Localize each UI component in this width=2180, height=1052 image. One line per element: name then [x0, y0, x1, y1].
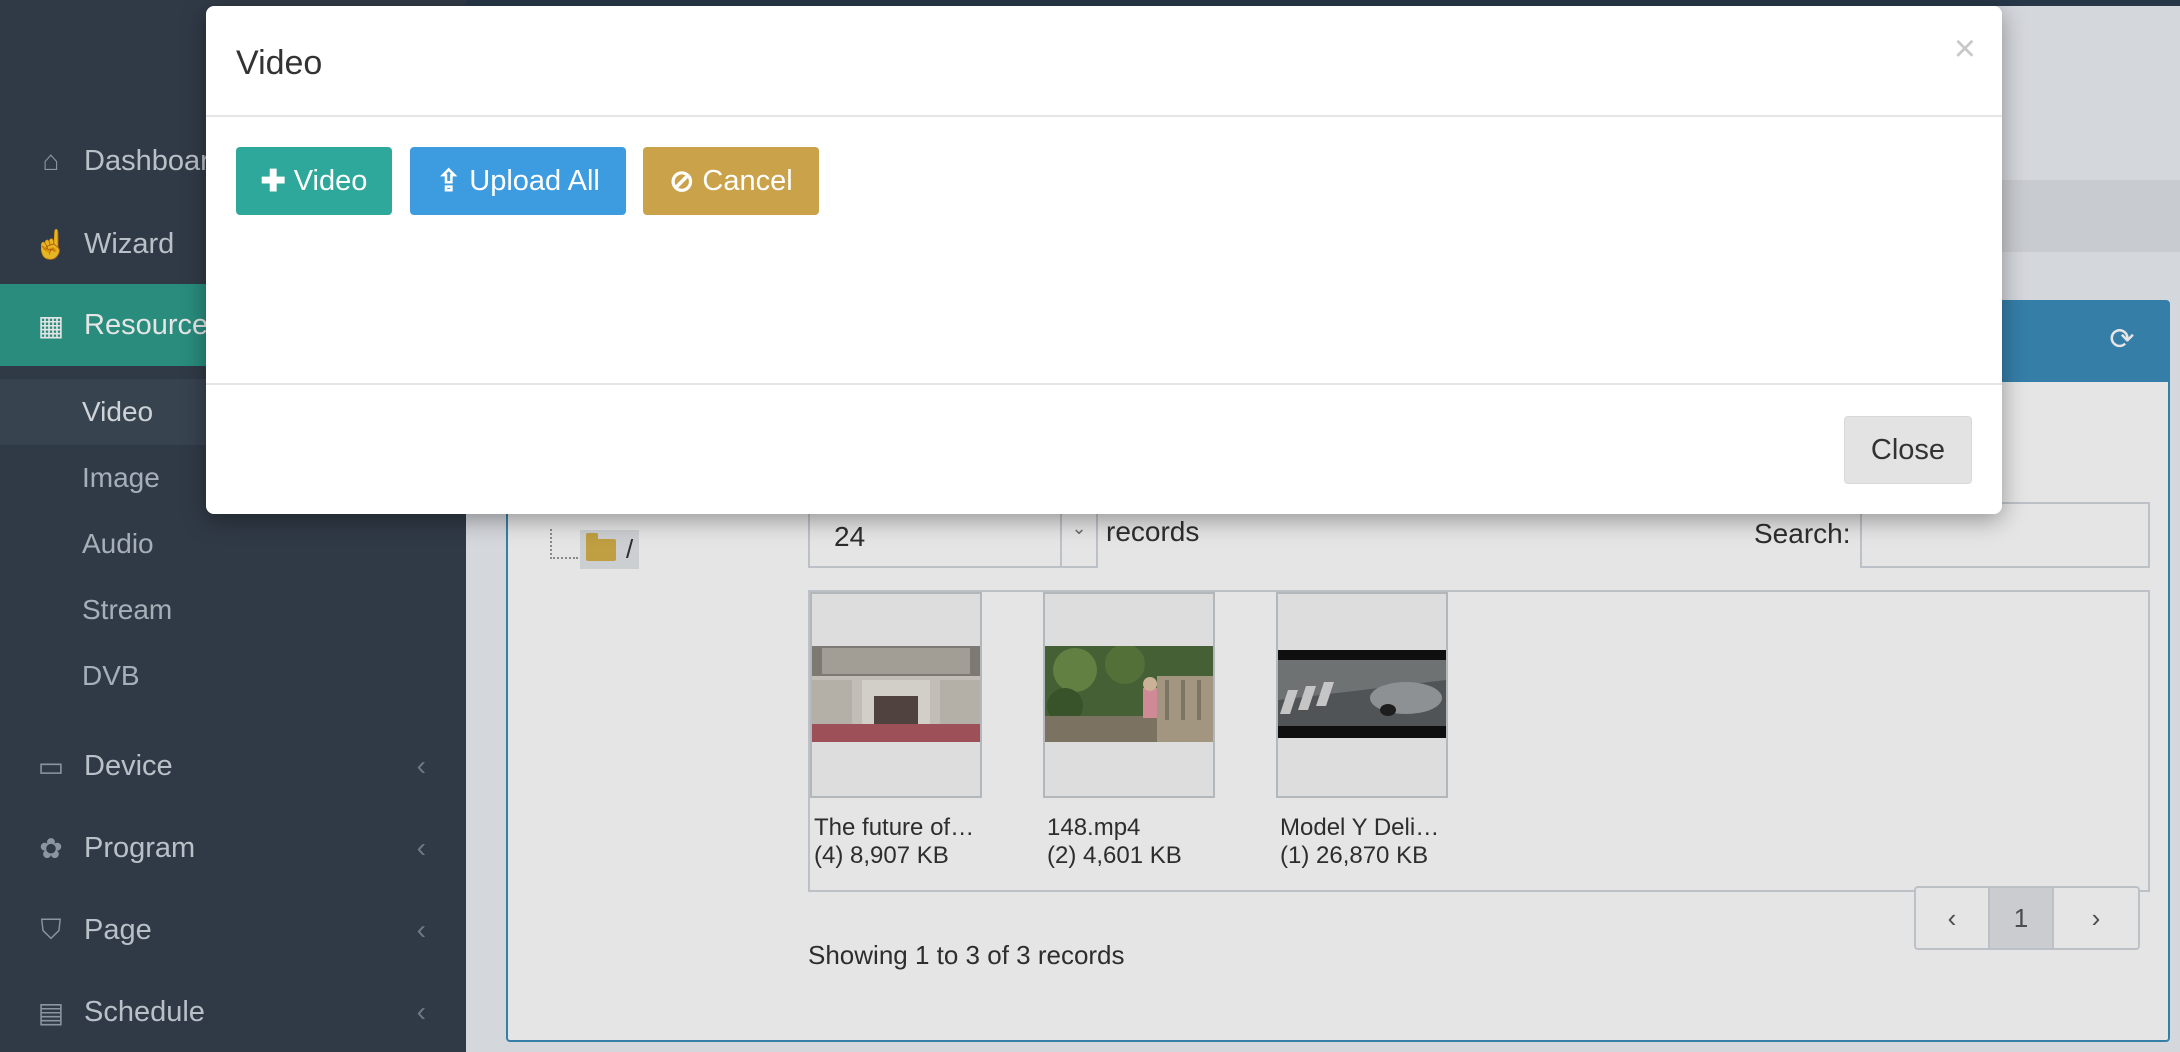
upload-all-label: Upload All: [469, 164, 600, 197]
modal-header-divider: [206, 115, 2002, 117]
upload-icon: ⇪: [436, 164, 462, 198]
close-button[interactable]: Close: [1844, 416, 1972, 484]
video-modal: Video × ✚ Video ⇪ Upload All ⊘ Cancel Cl…: [206, 6, 2002, 514]
plus-icon: ✚: [260, 164, 286, 198]
modal-title: Video: [236, 44, 323, 82]
upload-all-button[interactable]: ⇪ Upload All: [410, 147, 626, 215]
add-video-label: Video: [293, 164, 368, 197]
modal-footer-divider: [206, 383, 2002, 385]
cancel-label: Cancel: [702, 164, 793, 197]
ban-icon: ⊘: [669, 164, 695, 198]
cancel-button[interactable]: ⊘ Cancel: [643, 147, 819, 215]
close-icon[interactable]: ×: [1954, 28, 1976, 71]
add-video-button[interactable]: ✚ Video: [236, 147, 392, 215]
